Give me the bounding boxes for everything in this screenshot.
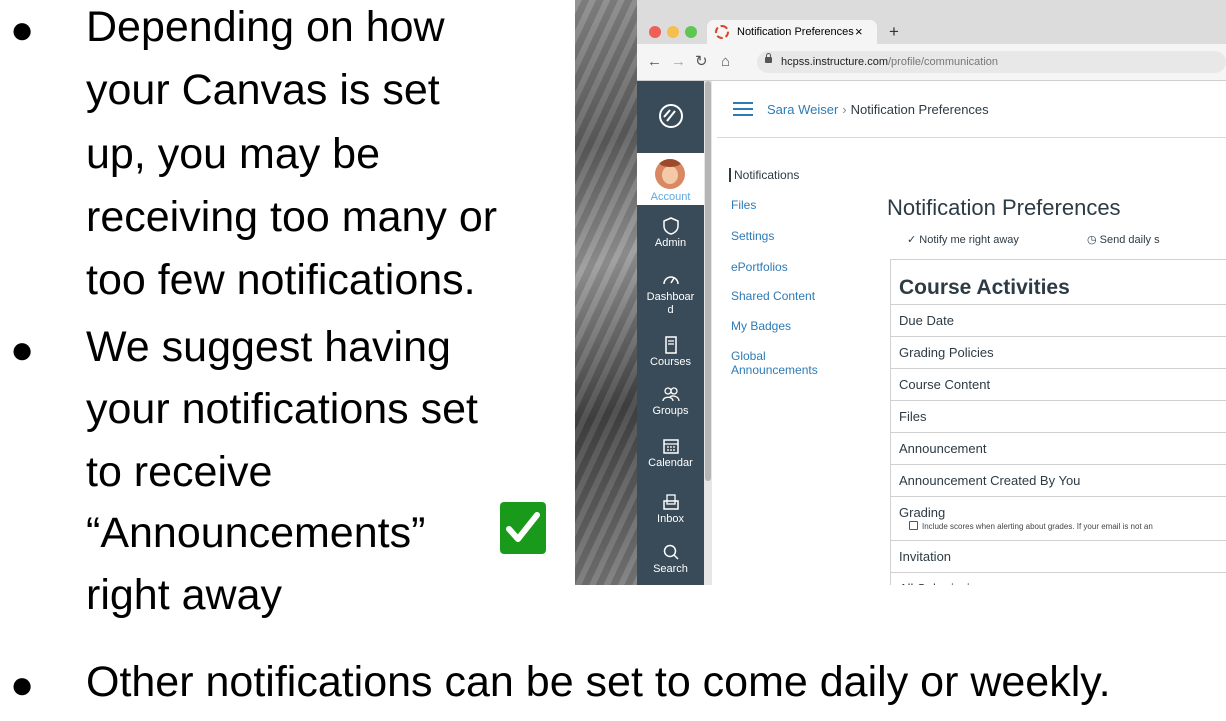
nav-calendar-label: Calendar: [648, 457, 693, 469]
table-row: Announcement: [891, 433, 1226, 465]
browser-window: Notification Preferences × + ← → ↻ ⌂ hcp…: [637, 0, 1226, 585]
forward-icon[interactable]: →: [671, 53, 686, 71]
tab-title: Notification Preferences: [737, 26, 854, 38]
breadcrumb-user-link[interactable]: Sara Weiser: [767, 102, 838, 117]
nav-account-label: Account: [650, 191, 691, 203]
nav-calendar[interactable]: Calendar: [637, 437, 704, 470]
bullet-2-line-3: to receive: [86, 448, 273, 496]
left-nav-notifications[interactable]: Notifications: [729, 168, 844, 182]
search-icon: [663, 544, 679, 560]
left-nav-settings[interactable]: Settings: [731, 229, 841, 243]
bullet-2-line-4: “Announcements”: [86, 509, 426, 557]
grading-label: Grading: [899, 505, 946, 520]
frequency-legend: ✓ Notify me right away ◷ Send daily s: [907, 233, 1160, 246]
avatar: [655, 159, 685, 189]
breadcrumb-separator: ›: [842, 102, 847, 117]
bullet-1-line-5: too few notifications.: [86, 256, 476, 304]
inbox-icon: [662, 494, 679, 510]
table-row: Files: [891, 401, 1226, 433]
url-path: /profile/communication: [887, 56, 999, 68]
table-row: Due Date: [891, 305, 1226, 337]
hamburger-menu-icon[interactable]: [733, 102, 753, 116]
nav-dashboard-label-1: Dashboar: [646, 291, 695, 303]
scrollbar-thumb[interactable]: [705, 81, 711, 481]
bottom-bullet-text: Other notifications can be set to come d…: [86, 658, 1111, 706]
bullet-2-line-2: your notifications set: [86, 385, 478, 433]
lock-icon: [765, 53, 772, 63]
legend-daily: ◷ Send daily s: [1087, 234, 1160, 246]
canvas-logo-icon: [658, 104, 683, 128]
breadcrumb-current: Notification Preferences: [850, 102, 989, 117]
table-row: Announcement Created By You: [891, 465, 1226, 497]
nav-admin-label: Admin: [654, 237, 687, 249]
back-icon[interactable]: ←: [647, 53, 662, 71]
bullet-marker: ●: [10, 663, 35, 707]
nav-search-label: Search: [653, 563, 688, 575]
notification-table: Course Activities Due Date Grading Polic…: [890, 259, 1226, 585]
groups-icon: [661, 387, 680, 402]
reload-icon[interactable]: ↻: [695, 53, 708, 71]
bullet-1-line-2: your Canvas is set: [86, 66, 440, 114]
canvas-screenshot: Notification Preferences × + ← → ↻ ⌂ hcp…: [575, 0, 1226, 585]
left-nav-shared-content[interactable]: Shared Content: [731, 289, 841, 303]
table-row: Grading Policies: [891, 337, 1226, 369]
legend-right-away: ✓ Notify me right away: [907, 234, 1019, 246]
left-nav-global-label-2: Announcements: [731, 363, 818, 377]
left-nav-global-announcements[interactable]: Global Announcements: [731, 349, 841, 377]
address-bar-row: ← → ↻ ⌂ hcpss.instructure.com/profile/co…: [637, 44, 1226, 81]
include-scores-checkbox[interactable]: [909, 521, 918, 530]
url-field[interactable]: hcpss.instructure.com/profile/communicat…: [757, 51, 1226, 73]
dashboard-icon: [662, 276, 679, 285]
bullet-2-line-5: right away: [86, 571, 282, 619]
nav-account[interactable]: Account: [637, 153, 704, 205]
table-row-grading: Grading Include scores when alerting abo…: [891, 497, 1226, 541]
tab-notification-preferences[interactable]: Notification Preferences ×: [707, 20, 877, 44]
home-icon[interactable]: ⌂: [721, 53, 730, 71]
bullet-1-line-4: receiving too many or: [86, 193, 498, 241]
table-row: Invitation: [891, 541, 1226, 573]
nav-scrollbar[interactable]: [704, 81, 712, 585]
breadcrumb: Sara Weiser › Notification Preferences: [717, 81, 1226, 138]
nav-inbox[interactable]: Inbox: [637, 493, 704, 526]
zoom-window-button[interactable]: [685, 26, 697, 38]
bullet-2-line-1: We suggest having: [86, 323, 451, 371]
nav-courses-label: Courses: [650, 356, 691, 368]
nav-inbox-label: Inbox: [657, 513, 684, 525]
canvas-logo[interactable]: [637, 99, 704, 135]
calendar-icon: [662, 439, 679, 454]
include-scores-label: Include scores when alerting about grade…: [922, 522, 1153, 531]
nav-dashboard-label-2: d: [667, 304, 674, 316]
new-tab-button[interactable]: +: [889, 20, 899, 44]
nav-admin[interactable]: Admin: [637, 217, 704, 250]
check-mark-icon: [500, 502, 546, 554]
global-navigation: Account Admin Dashboar d Courses Groups: [637, 81, 704, 585]
nav-dashboard[interactable]: Dashboar d: [637, 271, 704, 317]
book-icon: [664, 336, 677, 354]
url-host: hcpss.instructure.com: [781, 56, 888, 68]
close-tab-button[interactable]: ×: [855, 20, 863, 44]
page-title: Notification Preferences: [887, 195, 1121, 220]
nav-courses[interactable]: Courses: [637, 336, 704, 369]
bullet-marker: ●: [10, 8, 35, 52]
table-row: All Submissions: [891, 573, 1226, 585]
shield-icon: [662, 217, 679, 235]
nav-groups-label: Groups: [652, 405, 689, 417]
section-course-activities: Course Activities: [891, 260, 1226, 305]
minimize-window-button[interactable]: [667, 26, 679, 38]
desktop-wallpaper: [575, 0, 637, 585]
left-nav-my-badges[interactable]: My Badges: [731, 319, 841, 333]
nav-search[interactable]: Search: [637, 543, 704, 576]
bullet-1-line-3: up, you may be: [86, 130, 381, 178]
bullet-1-line-1: Depending on how: [86, 3, 445, 51]
close-window-button[interactable]: [649, 26, 661, 38]
left-nav-eportfolios[interactable]: ePortfolios: [731, 260, 841, 274]
loading-icon: [715, 25, 729, 39]
left-nav-files[interactable]: Files: [731, 198, 841, 212]
left-nav-global-label-1: Global: [731, 349, 766, 363]
tab-bar: Notification Preferences × +: [637, 0, 1226, 44]
bullet-marker: ●: [10, 328, 35, 372]
nav-groups[interactable]: Groups: [637, 385, 704, 418]
table-row: Course Content: [891, 369, 1226, 401]
